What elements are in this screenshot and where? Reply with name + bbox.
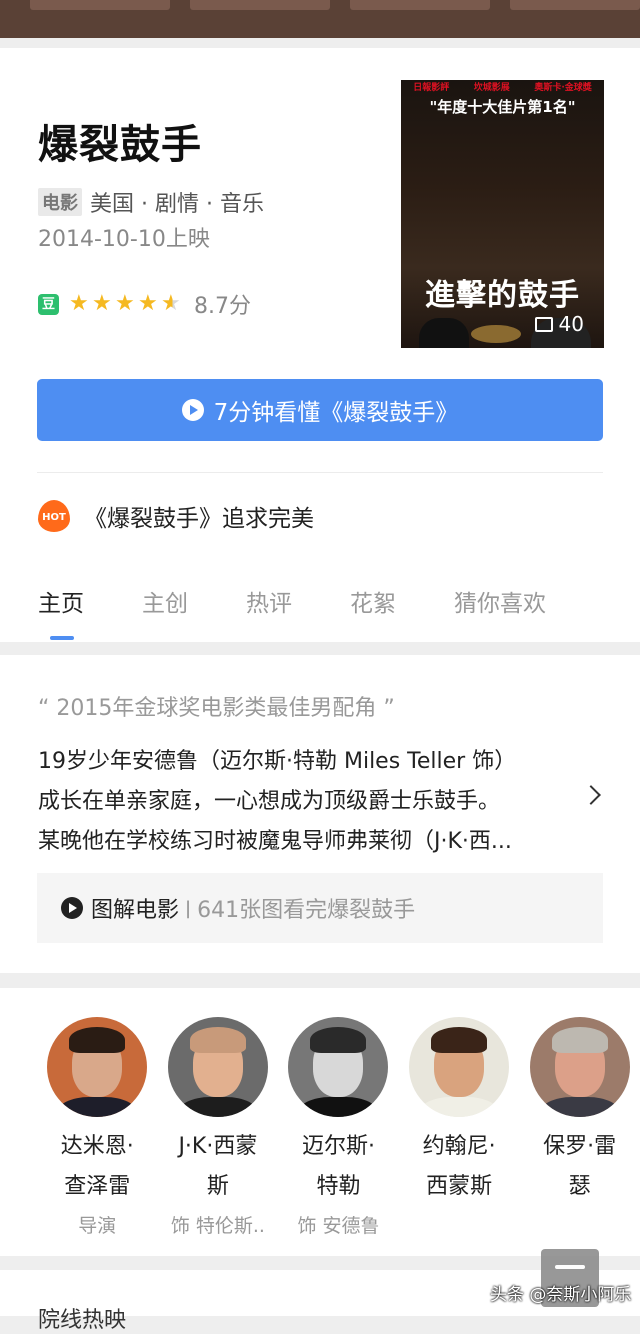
hot-fire-icon: HOT: [38, 500, 70, 532]
cast-name-line: 查泽雷: [64, 1174, 131, 1199]
movie-title: 爆裂鼓手: [38, 122, 202, 168]
poster-drum-art: [471, 325, 521, 343]
cast-name: 迈尔斯· 特勒: [278, 1127, 398, 1207]
cast-member[interactable]: 保罗·雷瑟: [519, 1017, 640, 1238]
cast-name-line: 特勒: [316, 1174, 361, 1199]
plot-summary[interactable]: 19岁少年安德鲁（迈尔斯·特勒 Miles Teller 饰） 成长在单亲家庭，…: [38, 742, 578, 862]
plot-line: 19岁少年安德鲁（迈尔斯·特勒 Miles Teller 饰）: [38, 749, 517, 774]
avatar-shape: [419, 1097, 500, 1117]
cast-role: 饰 安德鲁: [297, 1215, 380, 1237]
illustrated-label: 图解电影: [91, 898, 180, 923]
avatar-shape: [431, 1027, 488, 1053]
poster-figure-art: [419, 318, 469, 348]
poster-award: 日報影評: [413, 83, 450, 93]
cast-role: 导演: [78, 1215, 117, 1237]
cast-name-line: 斯: [206, 1174, 229, 1199]
plot-line: 成长在单亲家庭，一心想成为顶级爵士乐鼓手。: [38, 789, 501, 814]
play-icon: [181, 399, 204, 421]
award-quote: “ 2015年金球奖电影类最佳男配角 ”: [38, 696, 395, 721]
cast-name-line: 保罗·雷: [543, 1134, 617, 1159]
tab-1[interactable]: 主创: [142, 584, 188, 617]
star-icon: ★: [138, 291, 158, 316]
tab-bar: 主页 主创 热评 花絮 猜你喜欢: [38, 584, 640, 617]
poster-award: 奧斯卡·金球獎: [534, 83, 592, 93]
douban-icon: 豆: [38, 293, 59, 315]
avatar: [409, 1017, 510, 1117]
star-icon: ★: [92, 291, 112, 316]
illustrated-movie-entry[interactable]: 图解电影 | 641张图看完爆裂鼓手: [37, 873, 603, 943]
type-tag: 电影: [38, 188, 82, 216]
watch-summary-label: 7分钟看懂《爆裂鼓手》: [213, 400, 459, 426]
image-icon: [534, 316, 553, 332]
image-count-value: 40: [558, 312, 584, 336]
tab-4[interactable]: 猜你喜欢: [454, 584, 546, 617]
now-showing-title: 院线热映: [38, 1308, 127, 1333]
tab-0[interactable]: 主页: [38, 584, 84, 617]
avatar: [288, 1017, 389, 1117]
rating-row[interactable]: 豆 ★ ★ ★ ★ ★ 8.7分: [38, 288, 251, 320]
avatar-shape: [298, 1097, 379, 1117]
movie-meta: 电影 美国 · 剧情 · 音乐: [38, 186, 264, 218]
cast-name: 约翰尼· 西蒙斯: [399, 1127, 519, 1207]
cast-name-line: 西蒙斯: [426, 1174, 493, 1199]
cast-member[interactable]: 约翰尼· 西蒙斯: [399, 1017, 520, 1238]
rating-stars: ★ ★ ★ ★ ★: [69, 293, 184, 315]
cast-name-line: J·K·西蒙: [178, 1134, 258, 1159]
avatar-shape: [551, 1027, 608, 1053]
top-nav-strip: [0, 0, 640, 38]
cast-name-line: 达米恩·: [60, 1134, 134, 1159]
poster-award-row: 日報影評 坎城影展 奧斯卡·金球獎: [401, 80, 604, 94]
plot-line: 某晚他在学校练习时被魔鬼导师弗莱彻（J·K·西...: [38, 829, 512, 854]
cast-member[interactable]: 达米恩· 查泽雷导演: [37, 1017, 158, 1238]
illustrated-desc: 641张图看完爆裂鼓手: [197, 898, 416, 923]
avatar-shape: [539, 1097, 620, 1117]
watch-summary-button[interactable]: 7分钟看懂《爆裂鼓手》: [37, 379, 603, 441]
tab-2[interactable]: 热评: [246, 584, 292, 617]
release-date: 2014-10-10上映: [38, 227, 210, 252]
star-icon: ★: [69, 291, 89, 316]
nav-segment: [30, 0, 170, 10]
cast-list: 达米恩· 查泽雷导演 J·K·西蒙斯饰 特伦斯.. 迈尔斯· 特勒饰 安德鲁 约翰尼· 西蒙…: [37, 1017, 640, 1238]
hot-topic-row[interactable]: HOT 《爆裂鼓手》追求完美: [38, 499, 314, 533]
avatar: [167, 1017, 268, 1117]
poster-title: 進擊的鼓手: [425, 278, 580, 313]
cast-role: 饰 特伦斯..: [170, 1215, 265, 1237]
separator: |: [185, 897, 192, 919]
cast-name: 达米恩· 查泽雷: [37, 1127, 157, 1207]
movie-poster[interactable]: 日報影評 坎城影展 奧斯卡·金球獎 "年度十大佳片第1名" 進擊的鼓手 40: [401, 80, 604, 348]
rating-score: 8.7分: [194, 294, 251, 319]
cast-name-line: 瑟: [568, 1174, 591, 1199]
active-tab-indicator: [50, 636, 74, 640]
nav-segment: [350, 0, 490, 10]
nav-segment: [190, 0, 330, 10]
star-icon: ★: [161, 293, 184, 315]
avatar-shape: [69, 1027, 126, 1053]
poster-image-count[interactable]: 40: [534, 312, 584, 336]
nav-segment: [510, 0, 640, 10]
avatar: [529, 1017, 630, 1117]
movie-genres: 美国 · 剧情 · 音乐: [90, 192, 264, 217]
divider: [37, 472, 603, 473]
avatar: [47, 1017, 148, 1117]
watermark: 头条 @奈斯小阿乐: [490, 1285, 632, 1305]
tab-3[interactable]: 花絮: [350, 584, 396, 617]
avatar-shape: [189, 1027, 246, 1053]
cast-name: J·K·西蒙斯: [158, 1127, 278, 1207]
cast-name: 保罗·雷瑟: [520, 1127, 640, 1207]
cast-member[interactable]: 迈尔斯· 特勒饰 安德鲁: [278, 1017, 399, 1238]
poster-tagline: "年度十大佳片第1名": [429, 98, 576, 116]
play-icon: [61, 897, 83, 919]
cast-member[interactable]: J·K·西蒙斯饰 特伦斯..: [158, 1017, 279, 1238]
avatar-shape: [310, 1027, 367, 1053]
avatar-shape: [177, 1097, 258, 1117]
poster-award: 坎城影展: [473, 83, 510, 93]
avatar-shape: [57, 1097, 138, 1117]
star-icon: ★: [115, 291, 135, 316]
cast-name-line: 迈尔斯·: [301, 1134, 375, 1159]
hot-topic-text: 《爆裂鼓手》追求完美: [84, 506, 314, 532]
cast-name-line: 约翰尼·: [422, 1134, 496, 1159]
